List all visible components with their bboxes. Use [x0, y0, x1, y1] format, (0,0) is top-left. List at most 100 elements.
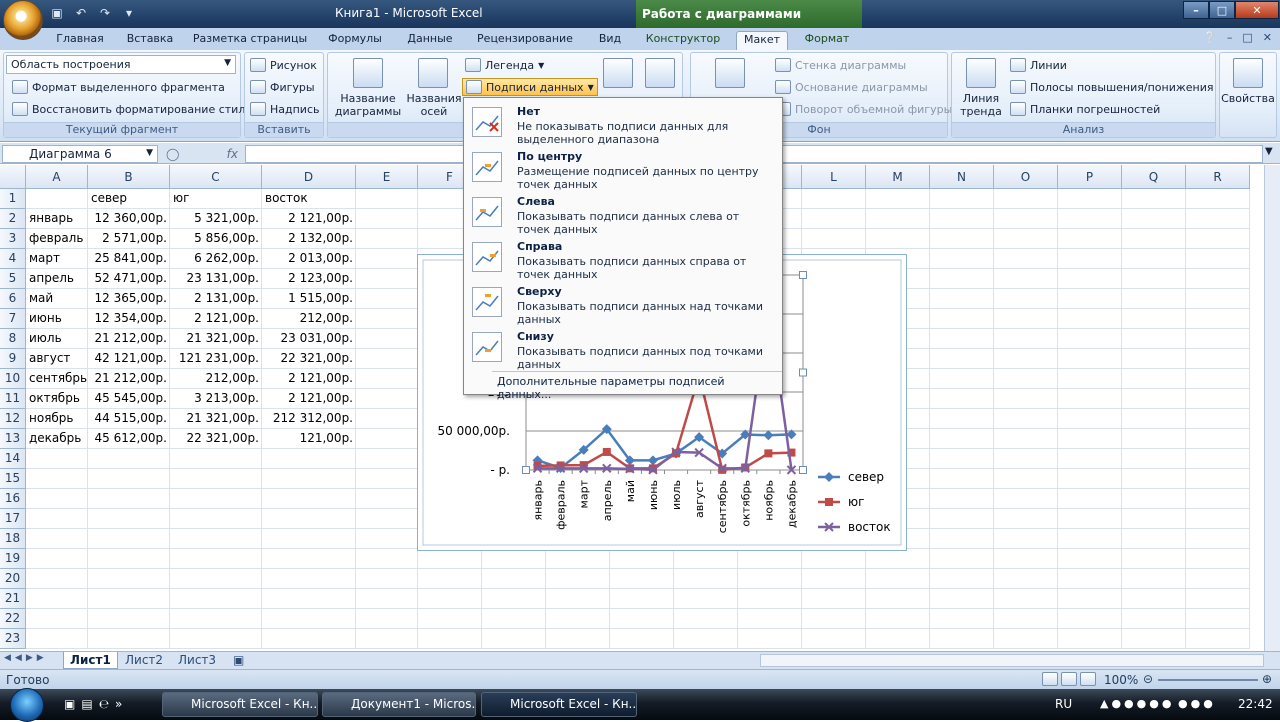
row-header[interactable]: 12: [0, 409, 26, 429]
grid-cell[interactable]: [418, 629, 482, 649]
data-cell[interactable]: 23 131,00р.: [170, 269, 262, 289]
row-header[interactable]: 10: [0, 369, 26, 389]
data-cell[interactable]: 22 321,00р.: [262, 349, 356, 369]
undo-icon[interactable]: ↶: [72, 5, 90, 21]
grid-cell[interactable]: [930, 229, 994, 249]
grid-cell[interactable]: [262, 629, 356, 649]
grid-cell[interactable]: [88, 569, 170, 589]
grid-cell[interactable]: [26, 589, 88, 609]
switch-windows-icon[interactable]: ▤: [81, 697, 92, 711]
grid-cell[interactable]: [26, 189, 88, 209]
data-cell[interactable]: март: [26, 249, 88, 269]
grid-cell[interactable]: [930, 569, 994, 589]
tab-formulas[interactable]: Формулы: [320, 31, 390, 50]
grid-cell[interactable]: [994, 349, 1058, 369]
grid-cell[interactable]: [738, 609, 802, 629]
grid-cell[interactable]: [994, 289, 1058, 309]
data-cell[interactable]: 5 321,00р.: [170, 209, 262, 229]
grid-cell[interactable]: [1186, 529, 1250, 549]
sheet-tab-3[interactable]: Лист3: [172, 652, 222, 669]
grid-cell[interactable]: [546, 569, 610, 589]
grid-cell[interactable]: [994, 449, 1058, 469]
data-cell[interactable]: июнь: [26, 309, 88, 329]
grid-cell[interactable]: [88, 469, 170, 489]
select-all-corner[interactable]: [0, 165, 26, 189]
grid-cell[interactable]: [170, 609, 262, 629]
grid-cell[interactable]: [1122, 369, 1186, 389]
chart-wall-button[interactable]: Стенка диаграммы: [775, 58, 906, 72]
grid-cell[interactable]: [356, 209, 418, 229]
close-button[interactable]: ✕: [1235, 1, 1279, 19]
grid-cell[interactable]: [262, 529, 356, 549]
data-cell[interactable]: май: [26, 289, 88, 309]
grid-cell[interactable]: [930, 369, 994, 389]
legend-button[interactable]: Легенда ▼: [465, 58, 544, 72]
sheet-tab-2[interactable]: Лист2: [119, 652, 169, 669]
grid-cell[interactable]: [26, 609, 88, 629]
grid-cell[interactable]: [994, 629, 1058, 649]
grid-cell[interactable]: [482, 609, 546, 629]
name-box[interactable]: Диаграмма 6 ▼: [2, 145, 158, 163]
column-header[interactable]: N: [930, 165, 994, 189]
grid-cell[interactable]: [482, 569, 546, 589]
grid-cell[interactable]: [994, 549, 1058, 569]
grid-cell[interactable]: [1058, 189, 1122, 209]
data-cell[interactable]: 2 123,00р.: [262, 269, 356, 289]
grid-cell[interactable]: [1122, 609, 1186, 629]
tab-insert[interactable]: Вставка: [118, 31, 182, 50]
chart-title-icon[interactable]: [353, 58, 383, 88]
grid-cell[interactable]: [356, 609, 418, 629]
grid-cell[interactable]: [262, 489, 356, 509]
plot-area-handle[interactable]: [799, 466, 807, 474]
grid-cell[interactable]: [26, 569, 88, 589]
grid-cell[interactable]: [1122, 409, 1186, 429]
grid-cell[interactable]: [930, 249, 994, 269]
grid-cell[interactable]: [356, 449, 418, 469]
plot-area-handle[interactable]: [799, 271, 807, 279]
data-cell[interactable]: 21 212,00р.: [88, 329, 170, 349]
tab-layout[interactable]: Макет: [736, 31, 788, 50]
column-header[interactable]: M: [866, 165, 930, 189]
data-cell[interactable]: 42 121,00р.: [88, 349, 170, 369]
data-cell[interactable]: 212 312,00р.: [262, 409, 356, 429]
data-cell[interactable]: 2 121,00р.: [262, 389, 356, 409]
data-cell[interactable]: ноябрь: [26, 409, 88, 429]
grid-cell[interactable]: [1122, 549, 1186, 569]
textbox-button[interactable]: Надпись: [250, 102, 320, 116]
row-header[interactable]: 11: [0, 389, 26, 409]
grid-cell[interactable]: [1186, 349, 1250, 369]
tab-page-layout[interactable]: Разметка страницы: [190, 31, 310, 50]
grid-cell[interactable]: [930, 449, 994, 469]
grid-cell[interactable]: [930, 469, 994, 489]
grid-cell[interactable]: [930, 269, 994, 289]
minimize-button[interactable]: –: [1183, 1, 1209, 19]
grid-cell[interactable]: [356, 349, 418, 369]
data-cell[interactable]: 45 612,00р.: [88, 429, 170, 449]
grid-cell[interactable]: [930, 609, 994, 629]
column-header[interactable]: P: [1058, 165, 1122, 189]
start-button[interactable]: [10, 688, 44, 722]
data-cell[interactable]: август: [26, 349, 88, 369]
ribbon-minimize-icon[interactable]: –: [1227, 31, 1233, 44]
data-cell[interactable]: 25 841,00р.: [88, 249, 170, 269]
data-cell[interactable]: 44 515,00р.: [88, 409, 170, 429]
grid-cell[interactable]: [356, 629, 418, 649]
grid-cell[interactable]: [610, 589, 674, 609]
data-cell[interactable]: январь: [26, 209, 88, 229]
tab-review[interactable]: Рецензирование: [470, 31, 580, 50]
page-break-view-icon[interactable]: [1080, 672, 1096, 686]
grid-cell[interactable]: [356, 429, 418, 449]
grid-cell[interactable]: [262, 589, 356, 609]
data-cell[interactable]: 22 321,00р.: [170, 429, 262, 449]
data-cell[interactable]: 12 360,00р.: [88, 209, 170, 229]
grid-cell[interactable]: [1058, 289, 1122, 309]
grid-cell[interactable]: [356, 389, 418, 409]
grid-cell[interactable]: [262, 509, 356, 529]
grid-cell[interactable]: [262, 549, 356, 569]
grid-cell[interactable]: [930, 289, 994, 309]
grid-cell[interactable]: [930, 329, 994, 349]
grid-cell[interactable]: [930, 309, 994, 329]
grid-cell[interactable]: [1122, 489, 1186, 509]
grid-cell[interactable]: [1186, 589, 1250, 609]
grid-cell[interactable]: [88, 549, 170, 569]
